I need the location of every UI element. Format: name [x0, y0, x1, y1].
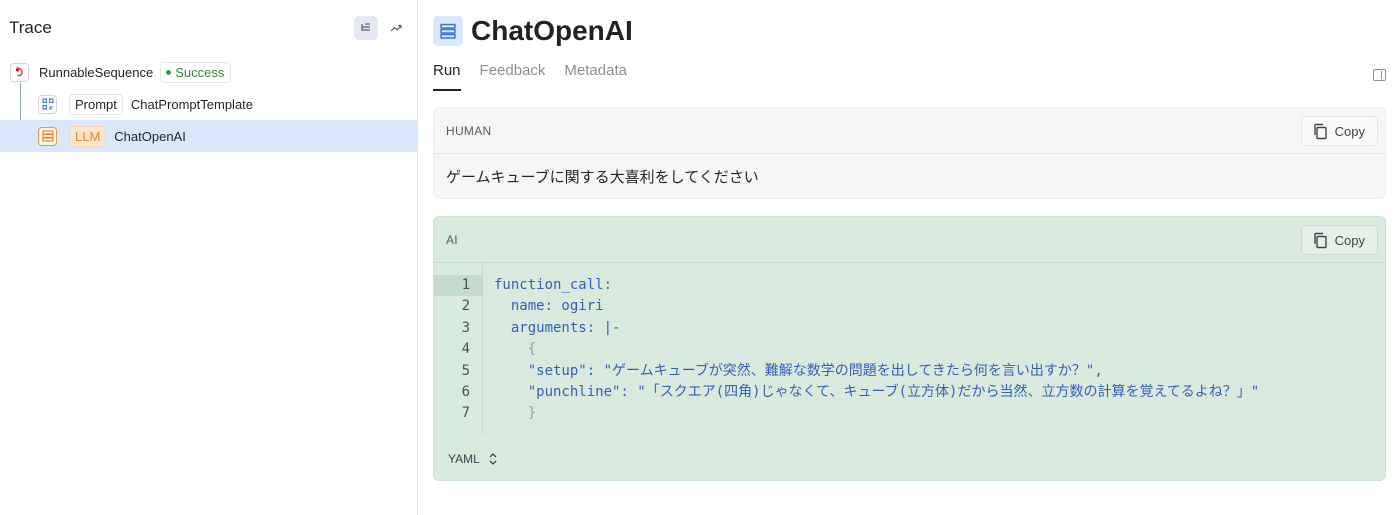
- tree-row-prompt[interactable]: Prompt ChatPromptTemplate: [0, 88, 417, 120]
- format-selector[interactable]: YAML: [448, 452, 498, 466]
- line-number: 7: [461, 405, 470, 422]
- ai-message: AI Copy 1 2 3 4 5 6 7 function_call: nam…: [433, 216, 1386, 481]
- tree-row-name: ChatOpenAI: [114, 128, 186, 144]
- code-line: {: [494, 341, 537, 358]
- prompt-template-icon: [38, 94, 57, 114]
- trend-icon: [390, 24, 402, 32]
- code-line: name: ogiri: [494, 298, 604, 315]
- copy-label: Copy: [1334, 232, 1365, 248]
- sidebar-title: Trace: [9, 18, 52, 37]
- run-type-tag: Prompt: [69, 93, 123, 115]
- line-number: 2: [461, 298, 470, 315]
- title-bar: ChatOpenAI: [418, 0, 1400, 62]
- chevron-up-down-icon: [489, 453, 497, 465]
- code-line: "setup": "ゲームキューブが突然、難解な数学の問題を出してきたら何を言い…: [494, 362, 1103, 379]
- line-number: 1: [434, 275, 482, 297]
- trace-tree: RunnableSequence Success Prompt ChatProm…: [0, 56, 417, 152]
- tab-run[interactable]: Run: [433, 62, 461, 91]
- line-number-gutter: 1 2 3 4 5 6 7: [434, 263, 483, 435]
- copy-button[interactable]: Copy: [1300, 225, 1378, 255]
- status-label: Success: [175, 64, 225, 80]
- tree-row-name: RunnableSequence: [39, 64, 154, 80]
- human-message: HUMAN Copy ゲームキューブに関する大喜利をしてください: [433, 107, 1386, 199]
- code-line: "punchline": "「スクエア(四角)じゃなくて、キューブ(立方体)だか…: [494, 383, 1260, 400]
- chart-view-button[interactable]: [384, 16, 408, 40]
- format-label: YAML: [448, 452, 480, 466]
- line-number: 6: [461, 383, 470, 400]
- llm-icon: [433, 16, 463, 46]
- line-number: 4: [461, 341, 470, 358]
- copy-button[interactable]: Copy: [1300, 116, 1378, 146]
- code-content: function_call: name: ogiri arguments: |-…: [483, 263, 1385, 435]
- toggle-panel-icon[interactable]: [1373, 69, 1386, 81]
- message-text: ゲームキューブに関する大喜利をしてください: [446, 168, 759, 186]
- line-number: 5: [461, 362, 470, 379]
- code-line: arguments: |-: [494, 319, 621, 336]
- tree-row-name: ChatPromptTemplate: [130, 96, 254, 112]
- status-dot: [166, 69, 172, 75]
- tree-row-runnable-sequence[interactable]: RunnableSequence Success: [0, 56, 417, 88]
- code-editor[interactable]: 1 2 3 4 5 6 7 function_call: name: ogiri…: [434, 263, 1385, 435]
- tree-view-icon: [361, 23, 370, 31]
- role-label: HUMAN: [446, 123, 492, 138]
- trace-sidebar: Trace RunnableSequence Success Prompt Ch…: [0, 0, 418, 515]
- run-detail-panel: ChatOpenAI Run Feedback Metadata HUMAN C…: [418, 0, 1400, 515]
- sidebar-header: Trace: [0, 0, 417, 56]
- code-line: }: [494, 405, 537, 422]
- copy-icon: [1313, 232, 1327, 248]
- tab-feedback[interactable]: Feedback: [480, 62, 546, 91]
- code-line: function_call:: [494, 277, 613, 293]
- status-badge: Success: [160, 61, 232, 83]
- tree-view-button[interactable]: [354, 16, 378, 40]
- tab-bar: Run Feedback Metadata: [433, 62, 646, 92]
- llm-icon: [38, 126, 57, 146]
- message-header: HUMAN Copy: [434, 108, 1385, 154]
- page-title: ChatOpenAI: [471, 15, 633, 46]
- message-header: AI Copy: [434, 217, 1385, 263]
- tree-row-llm[interactable]: LLM ChatOpenAI: [0, 120, 417, 152]
- tab-metadata[interactable]: Metadata: [564, 62, 627, 91]
- copy-label: Copy: [1334, 123, 1365, 139]
- role-label: AI: [446, 232, 458, 247]
- run-type-tag: LLM: [69, 125, 107, 147]
- line-number: 3: [461, 319, 470, 336]
- chain-icon: [10, 62, 29, 82]
- copy-icon: [1313, 123, 1327, 139]
